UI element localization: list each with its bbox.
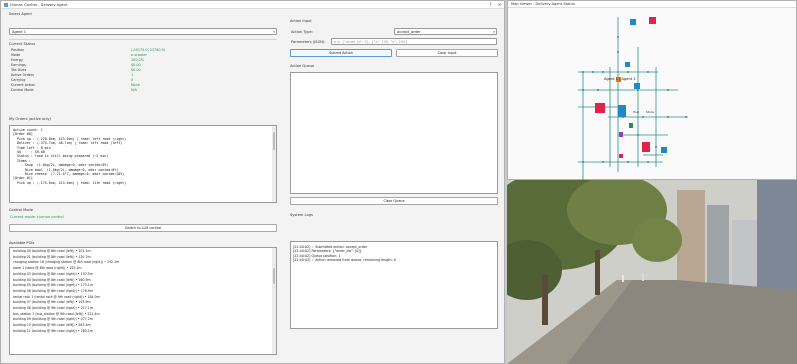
building-blue bbox=[618, 105, 626, 117]
building-blue bbox=[634, 83, 640, 89]
poi-item[interactable]: building 11 (building @ 9th road (right)… bbox=[10, 329, 276, 335]
log-timestamp: [22:40:02] bbox=[293, 245, 312, 249]
log-message: Submitted action: accept_order bbox=[315, 245, 368, 249]
building-facade bbox=[707, 205, 729, 290]
building-blue bbox=[625, 62, 630, 67]
building-facade bbox=[732, 220, 757, 290]
building-red bbox=[595, 103, 605, 113]
map-title: Map Viewer - Delivery Agent Status bbox=[511, 2, 575, 6]
status-row: Control Mode N/A bbox=[11, 88, 273, 93]
action-queue-list[interactable] bbox=[290, 72, 498, 194]
log-lines: [22:40:02] ✓ Submitted action: accept_or… bbox=[291, 242, 497, 263]
pedestrian bbox=[622, 275, 624, 282]
tree-trunk bbox=[595, 250, 600, 295]
building-red bbox=[619, 154, 623, 158]
poi-items: building 00 (building @ 8th road (left))… bbox=[10, 248, 276, 335]
chevron-down-icon: ▾ bbox=[493, 29, 495, 34]
map-agent-label: Agent 1 | Agent 2 bbox=[604, 77, 636, 81]
status-label: Current Status bbox=[9, 42, 36, 46]
divider bbox=[9, 39, 277, 40]
log-message: Action removed from queue, remaining len… bbox=[315, 258, 396, 263]
params-input[interactable]: e.g. {"order_id": 0}, {"x": 100, "y": 20… bbox=[331, 38, 497, 45]
order-line: Pick up : (-175.0cm, 413.0cm) | road: 11… bbox=[13, 180, 127, 185]
poi-label: Available POIs bbox=[9, 241, 35, 245]
control-mode-label: Control Mode bbox=[9, 208, 33, 212]
orders-label: My Orders (active only) bbox=[9, 117, 52, 121]
map-label: Store bbox=[646, 110, 654, 114]
poi-scrollbar[interactable] bbox=[272, 248, 276, 354]
tree-trunk bbox=[542, 275, 548, 325]
map-canvas[interactable]: Agent 1 | Agent 2 Hub Store bbox=[508, 7, 797, 181]
select-agent-label: Select Agent bbox=[9, 12, 32, 16]
building-facade bbox=[757, 180, 797, 290]
status-value: N/A bbox=[131, 88, 137, 92]
params-placeholder: e.g. {"order_id": 0}, {"x": 100, "y": 20… bbox=[334, 39, 408, 44]
help-button[interactable]: ? bbox=[486, 2, 495, 7]
map-label: Hub bbox=[633, 110, 639, 114]
building-red bbox=[649, 17, 656, 24]
close-button[interactable]: ✕ bbox=[495, 2, 504, 7]
system-log-area[interactable]: [22:40:02] ✓ Submitted action: accept_or… bbox=[290, 241, 498, 329]
map-window: Map Viewer - Delivery Agent Status Agent… bbox=[507, 0, 797, 181]
log-message: Queue position: 1 bbox=[311, 253, 341, 258]
logs-label: System Logs bbox=[290, 213, 313, 217]
status-list: Position (-40175.0, 23780.0) Mode e-scooter… bbox=[11, 48, 273, 93]
app-icon bbox=[4, 2, 8, 7]
action-type-select[interactable]: accept_order ▾ bbox=[394, 28, 497, 35]
clear-queue-button[interactable]: Clear Queue bbox=[290, 197, 498, 205]
road-network bbox=[578, 17, 688, 181]
tree-canopy bbox=[632, 218, 682, 262]
building-red bbox=[642, 142, 650, 152]
street-scene bbox=[507, 180, 797, 364]
clear-input-button[interactable]: Clear Input bbox=[396, 49, 498, 57]
action-type-value: accept_order bbox=[397, 29, 421, 34]
chevron-down-icon: ▾ bbox=[273, 29, 275, 34]
pedestrian bbox=[642, 273, 644, 281]
action-type-label: Action Type: bbox=[291, 30, 313, 34]
status-key: Control Mode bbox=[11, 88, 34, 92]
building-blue bbox=[630, 19, 636, 25]
camera-view[interactable] bbox=[507, 180, 797, 364]
log-timestamp: [22:40:02] bbox=[293, 249, 312, 254]
log-timestamp: [22:40:02] bbox=[293, 253, 312, 258]
orders-text: Active count: 1 [Order #0] Pick up : (-22… bbox=[10, 126, 276, 187]
action-input-label: Action Input bbox=[290, 19, 312, 23]
log-timestamp: [22:40:03] bbox=[293, 258, 312, 263]
building-green bbox=[629, 123, 633, 128]
road-nodes bbox=[582, 36, 687, 163]
log-message: Parameters: {"order_ids": [0]} bbox=[311, 249, 362, 254]
agent-select-value: Agent 1 bbox=[12, 29, 27, 34]
agent-select[interactable]: Agent 1 ▾ bbox=[9, 28, 277, 35]
params-label: Parameters (JSON): bbox=[291, 40, 326, 44]
queue-label: Action Queue bbox=[290, 64, 315, 68]
orders-text-area[interactable]: Active count: 1 [Order #0] Pick up : (-22… bbox=[9, 125, 277, 203]
building-purple bbox=[619, 132, 623, 137]
log-line: [22:40:03] ✓ Action removed from queue, … bbox=[291, 258, 497, 262]
building-blue bbox=[661, 147, 667, 153]
orders-scrollbar[interactable] bbox=[272, 126, 276, 202]
control-mode-status: Current mode: Human control bbox=[10, 215, 64, 219]
submit-action-button[interactable]: Submit Action bbox=[290, 49, 392, 57]
window-titlebar: Human Control - Delivery Agent ? ✕ bbox=[1, 1, 504, 9]
control-window: Human Control - Delivery Agent ? ✕ Selec… bbox=[0, 0, 505, 364]
window-title: Human Control - Delivery Agent bbox=[10, 2, 68, 7]
poi-list[interactable]: building 00 (building @ 8th road (left))… bbox=[9, 247, 277, 355]
switch-control-button[interactable]: Switch to LLM control bbox=[9, 224, 277, 232]
